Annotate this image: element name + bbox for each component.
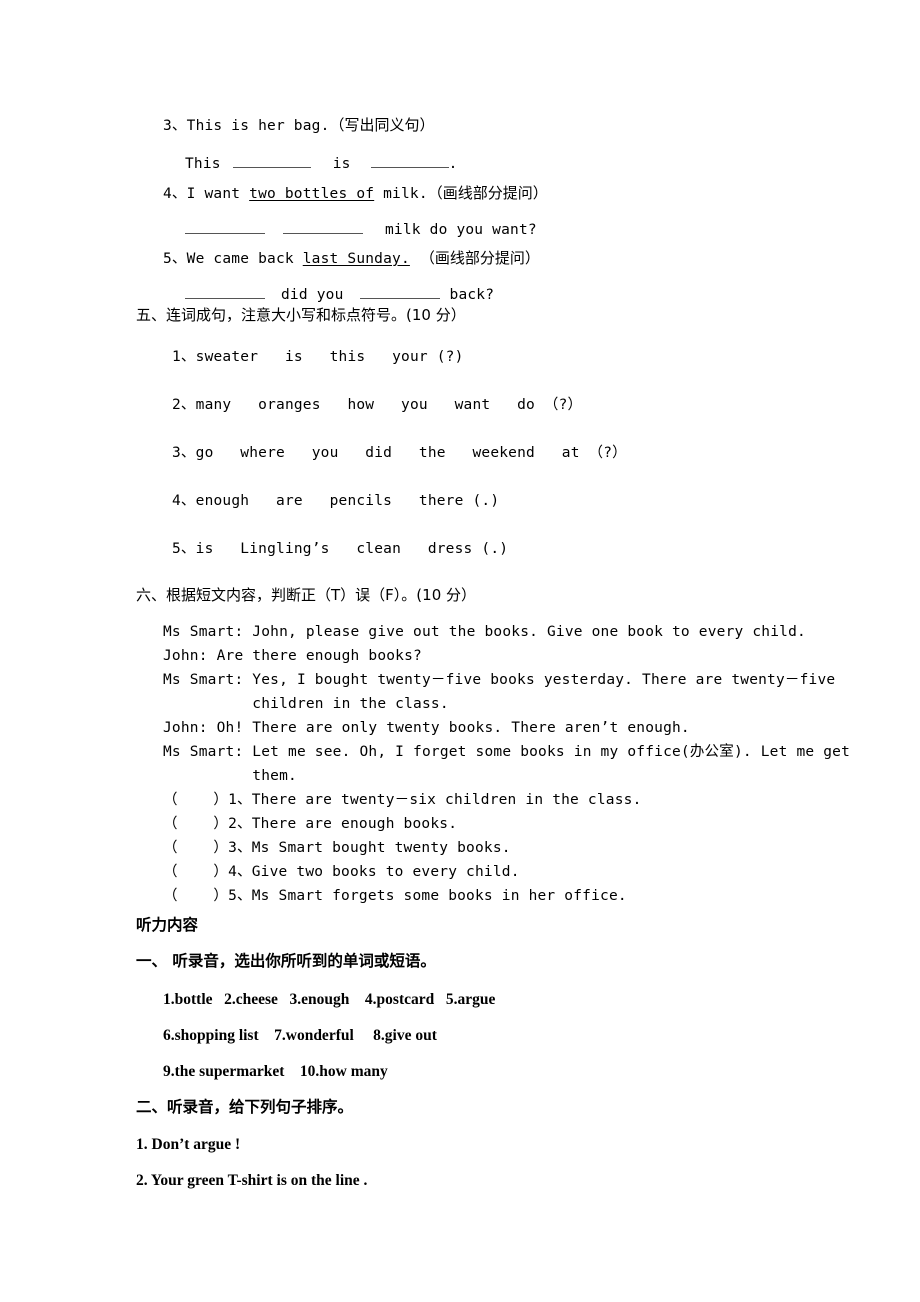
section-five-heading: 五、连词成句，注意大小写和标点符号。(10 分） bbox=[136, 306, 466, 324]
section-five-item-3: 3、go where you did the weekend at （?） bbox=[172, 444, 627, 462]
dialogue-line-3: Ms Smart: Yes, I bought twenty－five book… bbox=[163, 672, 836, 688]
tf-item-4[interactable]: （ ）4、Give two books to every child. bbox=[163, 865, 520, 880]
question-4-3-number: 3、 bbox=[163, 118, 187, 134]
question-4-5-instruction: （画线部分提问） bbox=[419, 249, 540, 267]
dialogue-line-6: Ms Smart: Let me see. Oh, I forget some … bbox=[163, 744, 851, 760]
answer-tail: milk do you want? bbox=[385, 222, 537, 239]
item-number: 1、 bbox=[172, 349, 196, 365]
listening-word-row-2: 6.shopping list 7.wonderful 8.give out bbox=[163, 1027, 437, 1044]
answer-tail-2: back? bbox=[449, 287, 495, 304]
item-number: 4、 bbox=[172, 493, 196, 509]
question-4-5-underlined: last Sunday. bbox=[302, 251, 410, 267]
question-4-5-answer-line: did you back? bbox=[185, 283, 494, 304]
dialogue-line-5: John: Oh! There are only twenty books. T… bbox=[163, 720, 690, 736]
question-4-4-instruction: （画线部分提问） bbox=[427, 184, 548, 202]
section-five-item-4: 4、enough are pencils there (.) bbox=[172, 492, 499, 510]
tf-item-1[interactable]: （ ）1、There are twenty－six children in th… bbox=[163, 793, 642, 808]
dialogue-line-1: Ms Smart: John, please give out the book… bbox=[163, 624, 806, 640]
item-number: 5、 bbox=[172, 541, 196, 557]
section-six-heading: 六、根据短文内容，判断正（T）误（F）。(10 分） bbox=[136, 586, 476, 604]
listening-sentence-2: 2. Your green T-shirt is on the line . bbox=[136, 1172, 368, 1189]
item-text: sweater is this your (?) bbox=[195, 349, 464, 365]
answer-blank-1[interactable] bbox=[232, 152, 311, 169]
answer-blank-6[interactable] bbox=[359, 283, 440, 300]
item-text: enough are pencils there (.) bbox=[195, 493, 500, 509]
answer-blank-5[interactable] bbox=[185, 283, 265, 300]
answer-mid: is bbox=[332, 156, 351, 173]
answer-prefix: This bbox=[185, 156, 221, 173]
question-4-4-prefix: I want bbox=[186, 186, 250, 202]
exam-page: 3、This is her bag.（写出同义句） This is . 4、I … bbox=[0, 0, 920, 1302]
question-4-4-number: 4、 bbox=[163, 186, 187, 202]
answer-blank-4[interactable] bbox=[283, 218, 363, 235]
dialogue-line-7: them. bbox=[163, 768, 297, 784]
question-4-3-instruction: （写出同义句） bbox=[329, 116, 435, 134]
section-five-item-2: 2、many oranges how you want do （?） bbox=[172, 396, 582, 414]
item-number: 2、 bbox=[172, 397, 196, 413]
dialogue-line-4: children in the class. bbox=[163, 696, 449, 712]
listening-title: 听力内容 bbox=[136, 916, 199, 934]
answer-period: . bbox=[448, 156, 458, 173]
section-five-item-5: 5、is Lingling’s clean dress (.) bbox=[172, 540, 508, 558]
answer-blank-3[interactable] bbox=[185, 218, 265, 235]
question-4-3-sentence: This is her bag. bbox=[186, 118, 330, 134]
listening-word-row-3: 9.the supermarket 10.how many bbox=[163, 1063, 388, 1080]
question-4-4-answer-line: milk do you want? bbox=[185, 218, 537, 239]
item-text: is Lingling’s clean dress (.) bbox=[195, 541, 509, 557]
tf-item-3[interactable]: （ ）3、Ms Smart bought twenty books. bbox=[163, 841, 511, 856]
section-five-item-1: 1、sweater is this your (?) bbox=[172, 348, 464, 366]
tf-item-5[interactable]: （ ）5、Ms Smart forgets some books in her … bbox=[163, 889, 627, 904]
tf-item-2[interactable]: （ ）2、There are enough books. bbox=[163, 817, 457, 832]
question-4-4-suffix: milk. bbox=[374, 186, 428, 202]
item-text: many oranges how you want do （?） bbox=[195, 397, 583, 413]
listening-part-two-heading: 二、听录音，给下列句子排序。 bbox=[136, 1098, 354, 1116]
question-4-5-number: 5、 bbox=[163, 251, 187, 267]
dialogue-line-2: John: Are there enough books? bbox=[163, 648, 422, 664]
item-text: go where you did the weekend at （?） bbox=[195, 445, 627, 461]
question-4-5: 5、We came back last Sunday. （画线部分提问） bbox=[163, 250, 540, 268]
answer-blank-2[interactable] bbox=[370, 152, 449, 169]
question-4-4: 4、I want two bottles of milk.（画线部分提问） bbox=[163, 185, 548, 203]
listening-word-row-1: 1.bottle 2.cheese 3.enough 4.postcard 5.… bbox=[163, 991, 496, 1008]
item-number: 3、 bbox=[172, 445, 196, 461]
listening-part-one-heading: 一、 听录音，选出你所听到的单词或短语。 bbox=[136, 952, 436, 970]
question-4-3-answer-line: This is . bbox=[185, 152, 458, 173]
answer-mid-2: did you bbox=[281, 287, 344, 304]
question-4-3: 3、This is her bag.（写出同义句） bbox=[163, 117, 435, 135]
question-4-5-prefix: We came back bbox=[186, 251, 303, 267]
listening-sentence-1: 1. Don’t argue ! bbox=[136, 1136, 241, 1153]
question-4-4-underlined: two bottles of bbox=[249, 186, 375, 202]
